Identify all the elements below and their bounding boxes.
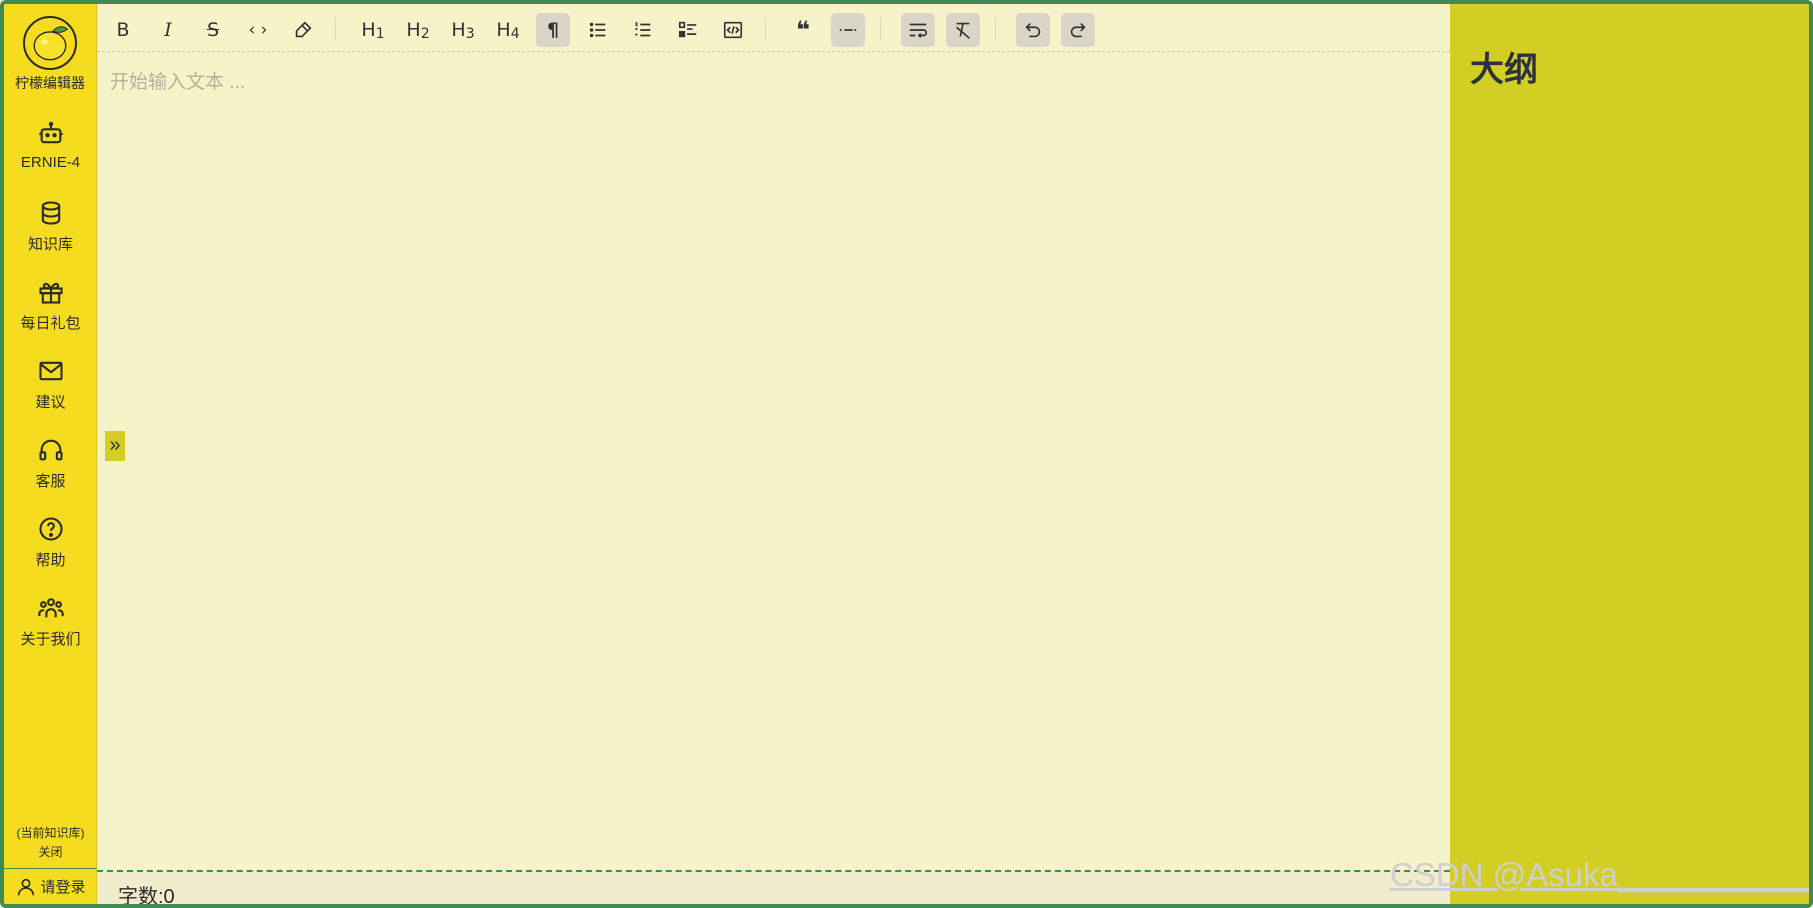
app-name: 柠檬编辑器 bbox=[15, 75, 85, 91]
editor-content[interactable]: 开始输入文本 ... » bbox=[97, 53, 1450, 870]
undo-icon bbox=[1025, 22, 1041, 38]
headset-icon bbox=[38, 439, 63, 461]
database-icon bbox=[41, 201, 60, 225]
heading-3-button[interactable]: H3 bbox=[446, 13, 480, 47]
expand-toggle-button[interactable]: » bbox=[105, 431, 125, 461]
italic-button[interactable]: I bbox=[151, 13, 185, 47]
sidebar-item-label: 关于我们 bbox=[20, 631, 81, 648]
word-count: 字数:0 bbox=[118, 886, 175, 908]
editor-toolbar: B I S ‹ › H1 H2 H3 H4 ¶ ❝ bbox=[97, 4, 1450, 52]
undo-button[interactable] bbox=[1016, 13, 1050, 47]
lemon-logo-icon bbox=[23, 16, 77, 70]
bold-icon: B bbox=[116, 19, 130, 41]
horizontal-rule-button[interactable] bbox=[831, 13, 865, 47]
login-button[interactable]: 请登录 bbox=[4, 868, 97, 904]
help-circle-icon bbox=[38, 517, 63, 541]
outline-panel: 大纲 bbox=[1450, 4, 1809, 904]
sidebar: 柠檬编辑器 ERNIE-4 知识库 每日礼包 建议 客服 帮助 关于我们 (当前… bbox=[4, 4, 97, 904]
highlight-button[interactable] bbox=[286, 13, 320, 47]
sidebar-item-label: 知识库 bbox=[27, 236, 73, 253]
toolbar-divider bbox=[995, 18, 996, 40]
watermark: CSDN @Asuka____________ bbox=[1390, 856, 1813, 893]
kb-status-label: (当前知识库) bbox=[16, 826, 85, 840]
sidebar-item-about-us[interactable]: 关于我们 bbox=[4, 594, 97, 666]
strikethrough-button[interactable]: S bbox=[196, 13, 230, 47]
heading-1-button[interactable]: H1 bbox=[356, 13, 390, 47]
blockquote-button[interactable]: ❝ bbox=[786, 13, 820, 47]
sidebar-item-ernie[interactable]: ERNIE-4 bbox=[4, 120, 97, 192]
paragraph-icon: ¶ bbox=[546, 19, 560, 41]
heading-2-button[interactable]: H2 bbox=[401, 13, 435, 47]
gift-icon bbox=[38, 282, 63, 304]
toolbar-divider bbox=[335, 18, 336, 40]
outline-title: 大纲 bbox=[1470, 51, 1538, 89]
mail-icon bbox=[38, 361, 63, 381]
clear-format-icon bbox=[956, 22, 970, 39]
sidebar-item-label: 客服 bbox=[35, 473, 66, 490]
team-icon bbox=[37, 598, 64, 618]
sidebar-item-help[interactable]: 帮助 bbox=[4, 515, 97, 587]
robot-icon bbox=[38, 121, 63, 144]
app-window: 柠檬编辑器 ERNIE-4 知识库 每日礼包 建议 客服 帮助 关于我们 (当前… bbox=[0, 0, 1813, 908]
heading-1-icon: H1 bbox=[361, 19, 385, 42]
kb-status-value: 关闭 bbox=[38, 845, 63, 859]
ordered-list-button[interactable] bbox=[626, 13, 660, 47]
paragraph-button[interactable]: ¶ bbox=[536, 13, 570, 47]
toolbar-divider bbox=[765, 18, 766, 40]
code-block-icon bbox=[723, 21, 743, 39]
sidebar-item-label: 建议 bbox=[35, 394, 66, 411]
sidebar-item-label: 帮助 bbox=[35, 552, 66, 569]
hard-break-button[interactable] bbox=[901, 13, 935, 47]
text-wrap-icon bbox=[909, 23, 928, 38]
task-list-icon bbox=[678, 21, 697, 38]
editor-placeholder: 开始输入文本 ... bbox=[110, 72, 246, 93]
toolbar-divider bbox=[880, 18, 881, 40]
heading-3-icon: H3 bbox=[451, 19, 475, 42]
bullet-list-button[interactable] bbox=[581, 13, 615, 47]
sidebar-item-label: ERNIE-4 bbox=[20, 154, 81, 171]
app-logo[interactable]: 柠檬编辑器 bbox=[14, 16, 86, 93]
clear-format-button[interactable] bbox=[946, 13, 980, 47]
horizontal-rule-icon bbox=[839, 29, 857, 31]
heading-4-button[interactable]: H4 bbox=[491, 13, 525, 47]
sidebar-item-knowledge-base[interactable]: 知识库 bbox=[4, 199, 97, 271]
redo-icon bbox=[1070, 22, 1086, 38]
ordered-list-icon bbox=[635, 21, 651, 37]
task-list-button[interactable] bbox=[671, 13, 705, 47]
knowledge-base-status: (当前知识库) 关闭 bbox=[4, 824, 97, 862]
sidebar-item-label: 每日礼包 bbox=[20, 315, 81, 332]
sidebar-item-suggestion[interactable]: 建议 bbox=[4, 357, 97, 429]
bullet-list-icon bbox=[589, 22, 606, 38]
italic-icon: I bbox=[164, 19, 172, 41]
code-icon: ‹ › bbox=[248, 20, 268, 40]
redo-button[interactable] bbox=[1061, 13, 1095, 47]
sidebar-item-customer-service[interactable]: 客服 bbox=[4, 436, 97, 508]
inline-code-button[interactable]: ‹ › bbox=[241, 13, 275, 47]
highlighter-icon bbox=[295, 21, 312, 38]
heading-4-icon: H4 bbox=[496, 19, 520, 42]
code-block-button[interactable] bbox=[716, 13, 750, 47]
heading-2-icon: H2 bbox=[406, 19, 430, 42]
login-label: 请登录 bbox=[40, 879, 86, 896]
quote-icon: ❝ bbox=[795, 16, 811, 44]
user-icon bbox=[18, 878, 35, 895]
sidebar-item-daily-gift[interactable]: 每日礼包 bbox=[4, 278, 97, 350]
status-bar: 字数:0 bbox=[97, 870, 1450, 908]
bold-button[interactable]: B bbox=[106, 13, 140, 47]
strikethrough-icon: S bbox=[206, 19, 220, 41]
